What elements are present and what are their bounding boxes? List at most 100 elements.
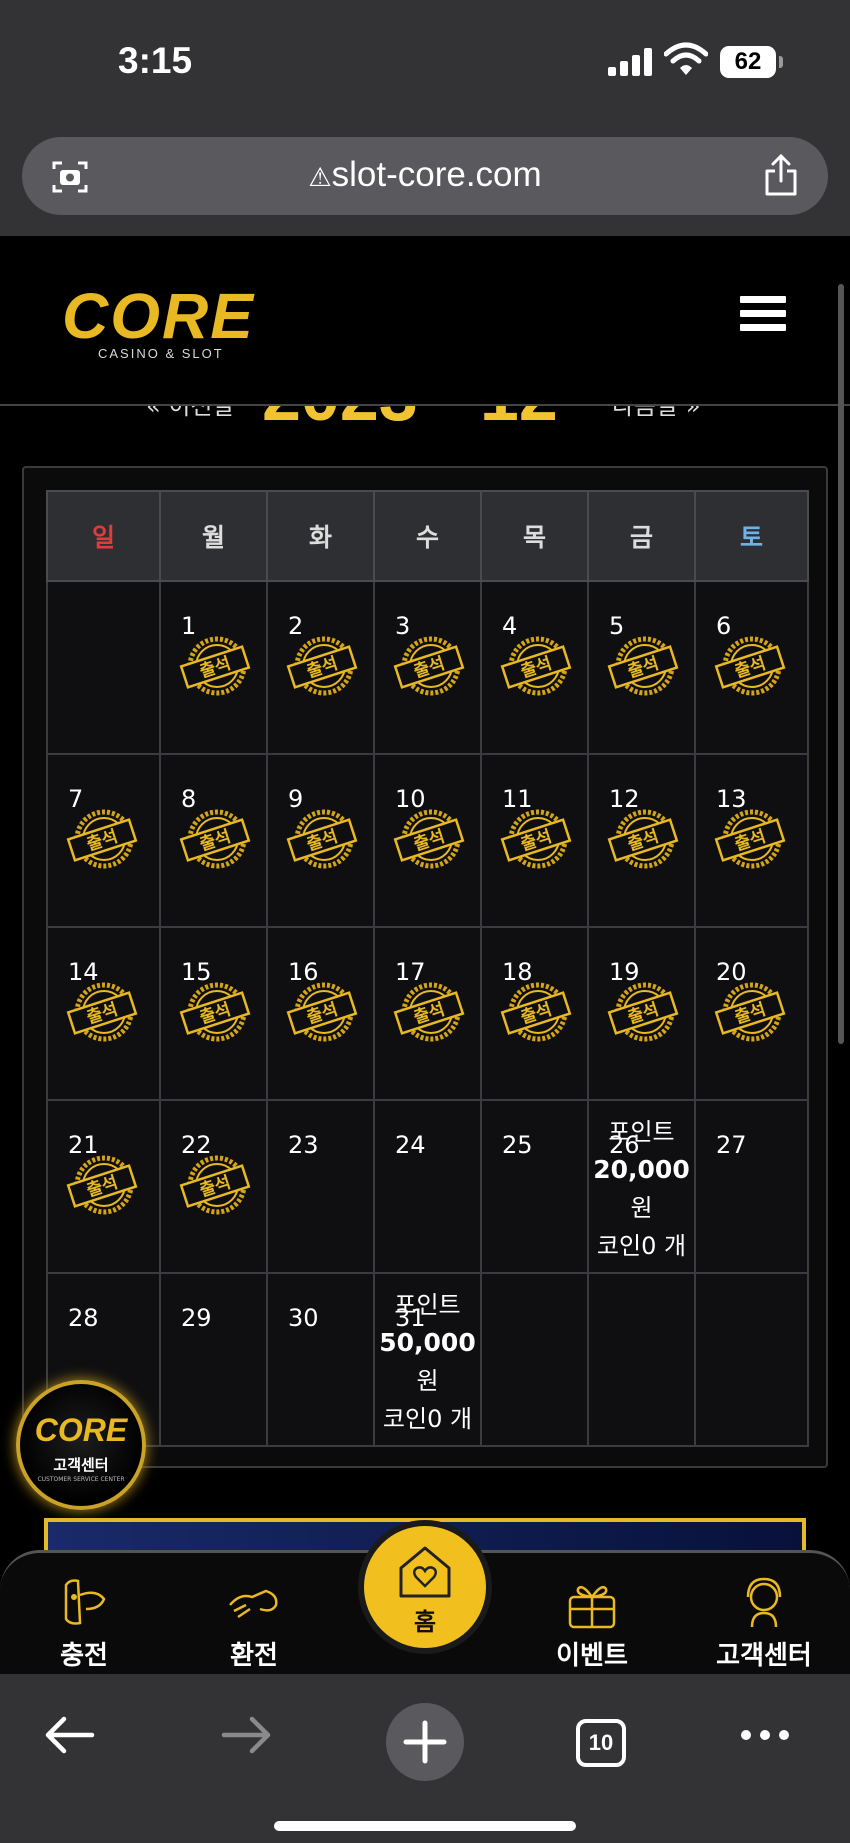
stamp-text: 출석 [732, 654, 768, 683]
calendar-day-cell: 12 출석 [587, 753, 696, 928]
calendar-day-cell: 25 [480, 1099, 589, 1274]
attendance-stamp-icon: 출석 [179, 636, 251, 696]
nav-support[interactable]: 고객센터 [704, 1575, 824, 1672]
attendance-stamp-icon: 출석 [607, 982, 679, 1042]
new-tab-button[interactable] [386, 1703, 464, 1781]
calendar-day-cell: 31 포인트 50,000 원 코인0 개 [373, 1272, 482, 1447]
url-text[interactable]: ⚠slot-core.com [22, 155, 828, 195]
calendar-day-cell: 5 출석 [587, 580, 696, 755]
calendar-day-cell [694, 1272, 809, 1447]
calendar-day-cell: 6 출석 [694, 580, 809, 755]
calendar-day-cell: 11 출석 [480, 753, 589, 928]
stamp-text: 출석 [84, 1173, 120, 1202]
home-heart-icon [399, 1546, 451, 1598]
gift-icon [568, 1586, 616, 1629]
forward-arrow-icon[interactable] [220, 1713, 274, 1757]
weekday-sun: 일 [46, 490, 161, 582]
attendance-stamp-icon: 출석 [179, 809, 251, 869]
attendance-stamp-icon: 출석 [393, 982, 465, 1042]
calendar-day-cell: 3 출석 [373, 580, 482, 755]
address-bar[interactable]: ⚠slot-core.com [22, 137, 828, 215]
calendar-day-cell: 14 출석 [46, 926, 161, 1101]
calendar-day-cell [46, 580, 161, 755]
home-indicator[interactable] [274, 1821, 576, 1831]
stamp-text: 출석 [197, 1000, 233, 1029]
plus-icon [403, 1720, 447, 1764]
site-header: CORE CASINO & SLOT [0, 236, 850, 406]
calendar-day-cell: 21 출석 [46, 1099, 161, 1274]
attendance-stamp-icon: 출석 [286, 809, 358, 869]
attendance-stamp-icon: 출석 [286, 982, 358, 1042]
day-number: 30 [288, 1304, 319, 1332]
attendance-stamp-icon: 출석 [714, 982, 786, 1042]
calendar-day-cell: 22 출석 [159, 1099, 268, 1274]
browser-toolbar: 10 [0, 1673, 850, 1843]
stamp-text: 출석 [411, 654, 447, 683]
attendance-stamp-icon: 출석 [393, 636, 465, 696]
calendar-week-row: 21 출석 22 출석 23 24 25 26 포인트 20,000 원 코인0 개 27 [46, 1099, 809, 1274]
calendar-day-cell: 29 [159, 1272, 268, 1447]
more-options-icon[interactable] [738, 1727, 792, 1743]
day-number: 29 [181, 1304, 212, 1332]
share-icon[interactable] [762, 153, 800, 197]
calendar-day-cell: 8 출석 [159, 753, 268, 928]
calendar-week-row: 28 29 30 31 포인트 50,000 원 코인0 개 [46, 1272, 809, 1447]
calendar-day-cell [480, 1272, 589, 1447]
calendar-day-cell: 1 출석 [159, 580, 268, 755]
weekday-mon: 월 [159, 490, 268, 582]
calendar-day-cell: 26 포인트 20,000 원 코인0 개 [587, 1099, 696, 1274]
stamp-text: 출석 [411, 827, 447, 856]
back-arrow-icon[interactable] [42, 1713, 96, 1757]
calendar-day-cell: 24 [373, 1099, 482, 1274]
calendar-day-cell: 16 출석 [266, 926, 375, 1101]
calendar-week-row: 1 출석 2 출석 3 출석 4 출석 5 출석 6 출석 [46, 580, 809, 755]
calendar-day-cell: 23 [266, 1099, 375, 1274]
stamp-text: 출석 [197, 654, 233, 683]
reward-info: 포인트 50,000 원 코인0 개 [379, 1291, 476, 1433]
nav-home-button[interactable]: 홈 [358, 1520, 492, 1654]
calendar-day-cell: 27 [694, 1099, 809, 1274]
battery-indicator: 62 [720, 46, 783, 78]
exchange-icon [229, 1589, 278, 1619]
browser-address-area: ⚠slot-core.com [0, 130, 850, 236]
calendar-day-cell: 20 출석 [694, 926, 809, 1101]
calendar-day-cell: 10 출석 [373, 753, 482, 928]
attendance-stamp-icon: 출석 [714, 809, 786, 869]
calendar-day-cell: 19 출석 [587, 926, 696, 1101]
stamp-text: 출석 [732, 1000, 768, 1029]
warning-icon: ⚠ [308, 162, 332, 192]
wifi-icon [664, 42, 708, 75]
page-scrollbar[interactable] [838, 284, 844, 1044]
calendar-day-cell: 4 출석 [480, 580, 589, 755]
calendar-day-cell: 13 출석 [694, 753, 809, 928]
attendance-stamp-icon: 출석 [66, 1155, 138, 1215]
site-logo[interactable]: CORE CASINO & SLOT [62, 284, 262, 364]
calendar-week-row: 7 출석 8 출석 9 출석 10 출석 11 출석 12 출석 13 출석 [46, 753, 809, 928]
stamp-text: 출석 [84, 827, 120, 856]
stamp-text: 출석 [625, 827, 661, 856]
tab-switcher-button[interactable]: 10 [576, 1719, 626, 1767]
calendar-table: 일 월 화 수 목 금 토 1 출석 2 출석 3 출석 4 출석 5 출석 6 출석 7 출석 8 출석 9 출… [46, 490, 809, 1447]
nav-charge[interactable]: 충전 [24, 1575, 144, 1672]
status-time: 3:15 [118, 40, 193, 81]
headset-icon [746, 1577, 782, 1628]
nav-event[interactable]: 이벤트 [532, 1575, 652, 1672]
stamp-text: 출석 [304, 827, 340, 856]
attendance-stamp-icon: 출석 [500, 809, 572, 869]
calendar-day-cell: 9 출석 [266, 753, 375, 928]
hamburger-menu-icon[interactable] [740, 296, 786, 336]
attendance-stamp-icon: 출석 [393, 809, 465, 869]
attendance-stamp-icon: 출석 [500, 636, 572, 696]
attendance-stamp-icon: 출석 [179, 1155, 251, 1215]
attendance-stamp-icon: 출석 [179, 982, 251, 1042]
stamp-text: 출석 [625, 1000, 661, 1029]
stamp-text: 출석 [518, 654, 554, 683]
calendar-day-cell: 2 출석 [266, 580, 375, 755]
attendance-stamp-icon: 출석 [66, 809, 138, 869]
customer-service-badge[interactable]: CORE 고객센터 CUSTOMER SERVICE CENTER [16, 1380, 146, 1510]
website-viewport: CORE CASINO & SLOT « 이전달 2023 · 12 다음달 »… [0, 236, 850, 1673]
attendance-stamp-icon: 출석 [714, 636, 786, 696]
attendance-stamp-icon: 출석 [607, 636, 679, 696]
nav-exchange[interactable]: 환전 [194, 1575, 314, 1672]
status-bar: 3:15 62 [0, 0, 850, 130]
